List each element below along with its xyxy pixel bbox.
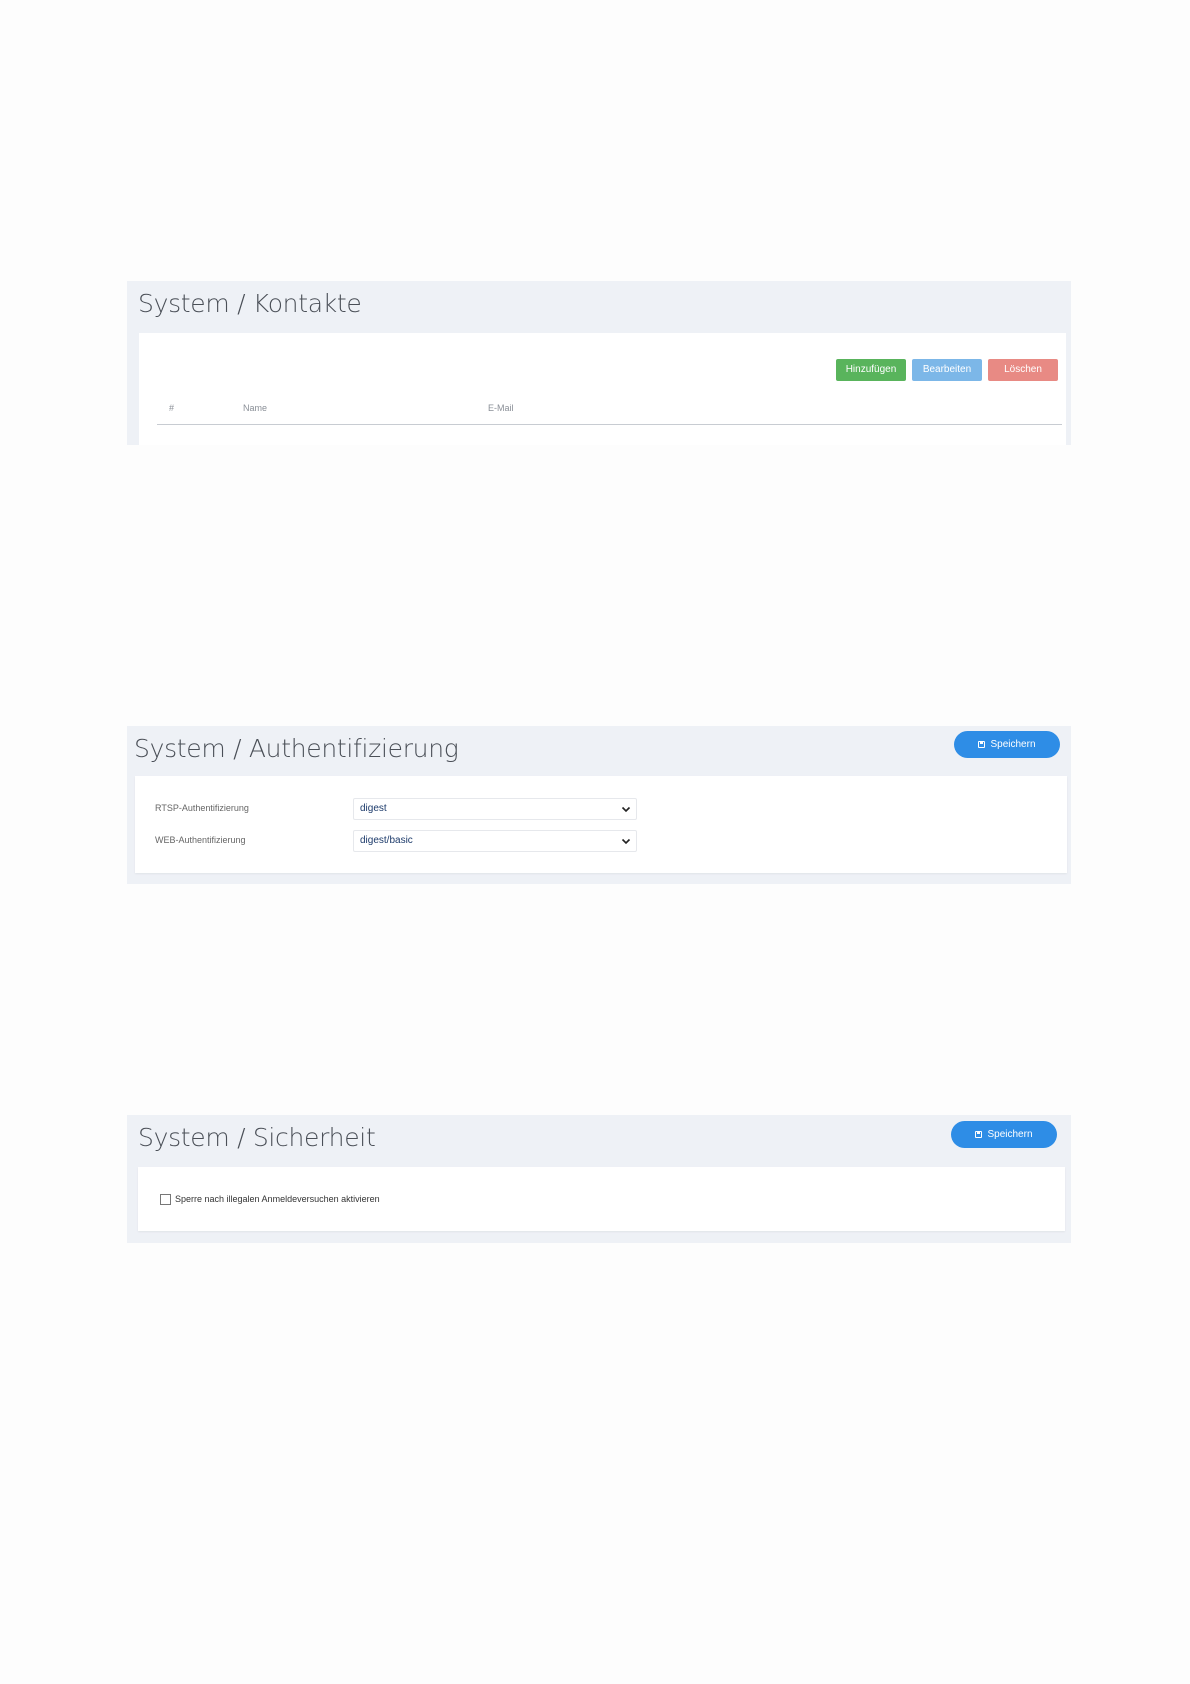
save-button-label: Speichern xyxy=(990,739,1036,750)
security-panel: System / Sicherheit Speichern Sperre nac… xyxy=(127,1115,1071,1243)
add-contact-button[interactable]: Hinzufügen xyxy=(836,359,906,381)
web-auth-label: WEB-Authentifizierung xyxy=(155,835,246,845)
delete-contact-button[interactable]: Löschen xyxy=(988,359,1058,381)
chevron-down-icon xyxy=(621,806,631,813)
security-card: Sperre nach illegalen Anmeldeversuchen a… xyxy=(138,1167,1065,1231)
contacts-card: Hinzufügen Bearbeiten Löschen # Name E-M… xyxy=(139,333,1066,445)
column-header-email[interactable]: E-Mail xyxy=(488,403,514,413)
column-header-name[interactable]: Name xyxy=(243,403,267,413)
column-header-number[interactable]: # xyxy=(169,403,174,413)
save-button[interactable]: Speichern xyxy=(954,731,1060,758)
save-icon xyxy=(975,1131,983,1138)
edit-contact-button[interactable]: Bearbeiten xyxy=(912,359,982,381)
table-header-divider xyxy=(157,424,1062,425)
page-title: System / Sicherheit xyxy=(138,1123,376,1152)
save-button[interactable]: Speichern xyxy=(951,1121,1057,1148)
page-title: System / Kontakte xyxy=(138,289,362,318)
lock-after-failed-login-label[interactable]: Sperre nach illegalen Anmeldeversuchen a… xyxy=(175,1194,380,1204)
save-icon xyxy=(978,741,986,748)
rtsp-auth-select[interactable]: digest xyxy=(353,798,637,820)
rtsp-auth-value: digest xyxy=(360,803,387,814)
rtsp-auth-label: RTSP-Authentifizierung xyxy=(155,803,249,813)
page-title: System / Authentifizierung xyxy=(134,734,459,763)
auth-panel: System / Authentifizierung Speichern RTS… xyxy=(127,726,1071,884)
contacts-panel: System / Kontakte Hinzufügen Bearbeiten … xyxy=(127,281,1071,445)
lock-after-failed-login-checkbox[interactable] xyxy=(160,1194,171,1205)
web-auth-value: digest/basic xyxy=(360,835,413,846)
web-auth-select[interactable]: digest/basic xyxy=(353,830,637,852)
auth-card: RTSP-Authentifizierung digest WEB-Authen… xyxy=(135,776,1067,873)
chevron-down-icon xyxy=(621,838,631,845)
save-button-label: Speichern xyxy=(987,1129,1033,1140)
